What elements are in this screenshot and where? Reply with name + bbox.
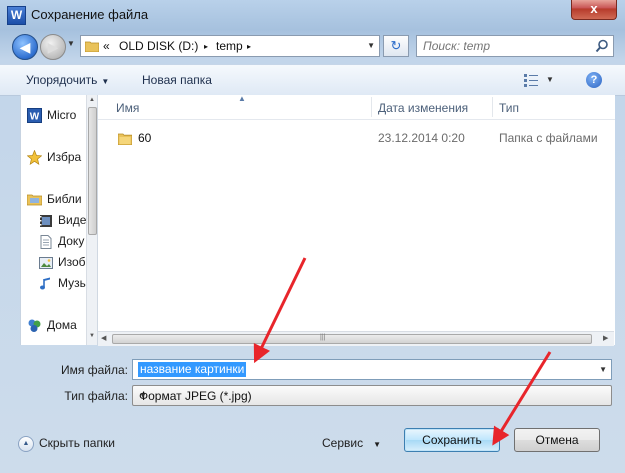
arrow-left-icon: ◀	[19, 39, 31, 55]
column-separator[interactable]	[371, 97, 372, 117]
file-name: 60	[138, 131, 152, 145]
nav-item-libraries[interactable]: Библи	[27, 192, 82, 207]
back-button[interactable]: ◀	[12, 34, 38, 60]
navigation-pane: W Micro Избра Библи Виде Доку Изоб Музы Д…	[20, 95, 87, 345]
breadcrumb-drive[interactable]: OLD DISK (D:)	[119, 39, 198, 53]
search-icon[interactable]	[595, 39, 609, 53]
filetype-select[interactable]: Формат JPEG (*.jpg) ▼	[132, 385, 612, 406]
filename-value[interactable]: название картинки	[138, 362, 247, 377]
filename-history-dropdown[interactable]: ▼	[599, 365, 607, 374]
tools-label: Сервис	[322, 436, 364, 450]
horizontal-scrollbar[interactable]: ◀ ||| ▶	[98, 331, 614, 346]
nav-item-microsoft-word[interactable]: W Micro	[27, 108, 77, 124]
address-bar[interactable]: « OLD DISK (D:) ▸ temp ▸ ▼	[80, 35, 380, 57]
save-file-dialog: W Сохранение файла x ◀ ▶ ▼ « OLD DISK (D…	[0, 0, 625, 473]
word-app-icon: W	[7, 6, 26, 25]
breadcrumb-folder[interactable]: temp	[216, 39, 243, 53]
svg-text:W: W	[30, 112, 40, 123]
nav-item-label: Micro	[47, 108, 77, 122]
arrow-right-icon: ▶	[47, 39, 59, 55]
organize-label: Упорядочить	[26, 73, 98, 87]
scroll-thumb[interactable]	[88, 107, 97, 235]
scroll-left-icon[interactable]: ◀	[101, 334, 106, 342]
window-title: Сохранение файла	[31, 7, 149, 22]
command-bar: Упорядочить ▼ Новая папка ▼ ?	[0, 64, 625, 96]
recent-locations-dropdown[interactable]: ▼	[67, 39, 75, 48]
column-header-name[interactable]: Имя	[116, 101, 139, 115]
search-input[interactable]	[417, 36, 593, 56]
document-icon	[40, 234, 52, 249]
hide-folders-label: Скрыть папки	[39, 436, 115, 451]
nav-item-label: Доку	[58, 234, 85, 248]
chevron-up-icon: ▲	[18, 436, 34, 452]
title-bar[interactable]: W Сохранение файла x	[0, 0, 625, 30]
view-options-dropdown[interactable]: ▼	[546, 75, 554, 84]
filetype-label: Тип файла:	[64, 389, 128, 403]
nav-item-homegroup[interactable]: Дома	[27, 318, 77, 333]
star-icon	[27, 150, 42, 166]
image-icon	[39, 256, 53, 269]
nav-item-label: Музы	[58, 276, 87, 290]
scroll-up-icon[interactable]: ▲	[89, 97, 95, 103]
folder-icon	[85, 41, 99, 52]
column-separator[interactable]	[492, 97, 493, 117]
breadcrumb-separator[interactable]: ▸	[204, 42, 208, 51]
view-list-icon[interactable]	[523, 73, 539, 87]
sort-ascending-icon: ▲	[238, 95, 246, 103]
nav-item-pictures[interactable]: Изоб	[39, 255, 86, 270]
word-icon: W	[27, 108, 42, 124]
refresh-icon: ↻	[390, 38, 402, 53]
dialog-footer: ▲ Скрыть папки Сервис ▼ Сохранить Отмена	[0, 418, 625, 473]
chevron-down-icon[interactable]: ▼	[139, 391, 607, 400]
file-list: ▲ Имя Дата изменения Тип 60 23.12.2014 0…	[97, 95, 615, 345]
hide-folders-button[interactable]: ▲ Скрыть папки	[18, 436, 115, 452]
nav-item-documents[interactable]: Доку	[39, 234, 84, 249]
nav-item-favorites[interactable]: Избра	[27, 150, 82, 166]
nav-item-label: Виде	[58, 213, 87, 227]
forward-button[interactable]: ▶	[40, 34, 66, 60]
nav-item-label: Избра	[47, 150, 82, 164]
chevron-down-icon: ▼	[373, 440, 382, 449]
column-header-date[interactable]: Дата изменения	[378, 101, 468, 115]
scroll-down-icon[interactable]: ▼	[89, 333, 95, 339]
column-headers: ▲ Имя Дата изменения Тип	[98, 95, 615, 120]
video-icon	[40, 214, 52, 227]
address-dropdown[interactable]: ▼	[367, 41, 375, 50]
scroll-right-icon[interactable]: ▶	[603, 334, 608, 342]
homegroup-icon	[28, 319, 41, 333]
file-type: Папка с файлами	[499, 131, 598, 145]
library-icon	[27, 194, 42, 206]
cancel-button[interactable]: Отмена	[514, 428, 600, 452]
refresh-button[interactable]: ↻	[383, 35, 409, 57]
file-date: 23.12.2014 0:20	[378, 131, 465, 145]
folder-icon	[118, 133, 132, 145]
search-box[interactable]	[416, 35, 614, 57]
scroll-grip-icon: |||	[320, 334, 326, 341]
new-folder-button[interactable]: Новая папка	[142, 73, 212, 87]
breadcrumb-overflow[interactable]: «	[103, 39, 110, 53]
organize-button[interactable]: Упорядочить ▼	[26, 73, 109, 87]
nav-item-music[interactable]: Музы	[39, 276, 87, 291]
breadcrumb-separator[interactable]: ▸	[247, 42, 251, 51]
column-header-type[interactable]: Тип	[499, 101, 519, 115]
nav-item-label: Изоб	[58, 255, 86, 269]
save-form: Имя файла: название картинки ▼ Тип файла…	[0, 348, 625, 418]
nav-item-label: Дома	[47, 318, 77, 332]
scroll-thumb[interactable]	[112, 334, 592, 344]
table-row[interactable]: 60 23.12.2014 0:20 Папка с файлами	[98, 129, 615, 149]
close-button[interactable]: x	[571, 0, 617, 20]
filename-label: Имя файла:	[61, 363, 128, 377]
filename-field[interactable]: название картинки ▼	[132, 359, 612, 380]
tools-menu-button[interactable]: Сервис ▼	[322, 436, 381, 450]
save-button[interactable]: Сохранить	[404, 428, 500, 452]
music-icon	[40, 277, 50, 290]
help-icon[interactable]: ?	[586, 72, 602, 88]
chevron-down-icon: ▼	[101, 77, 110, 86]
nav-item-video[interactable]: Виде	[39, 213, 86, 228]
nav-item-label: Библи	[47, 192, 82, 206]
